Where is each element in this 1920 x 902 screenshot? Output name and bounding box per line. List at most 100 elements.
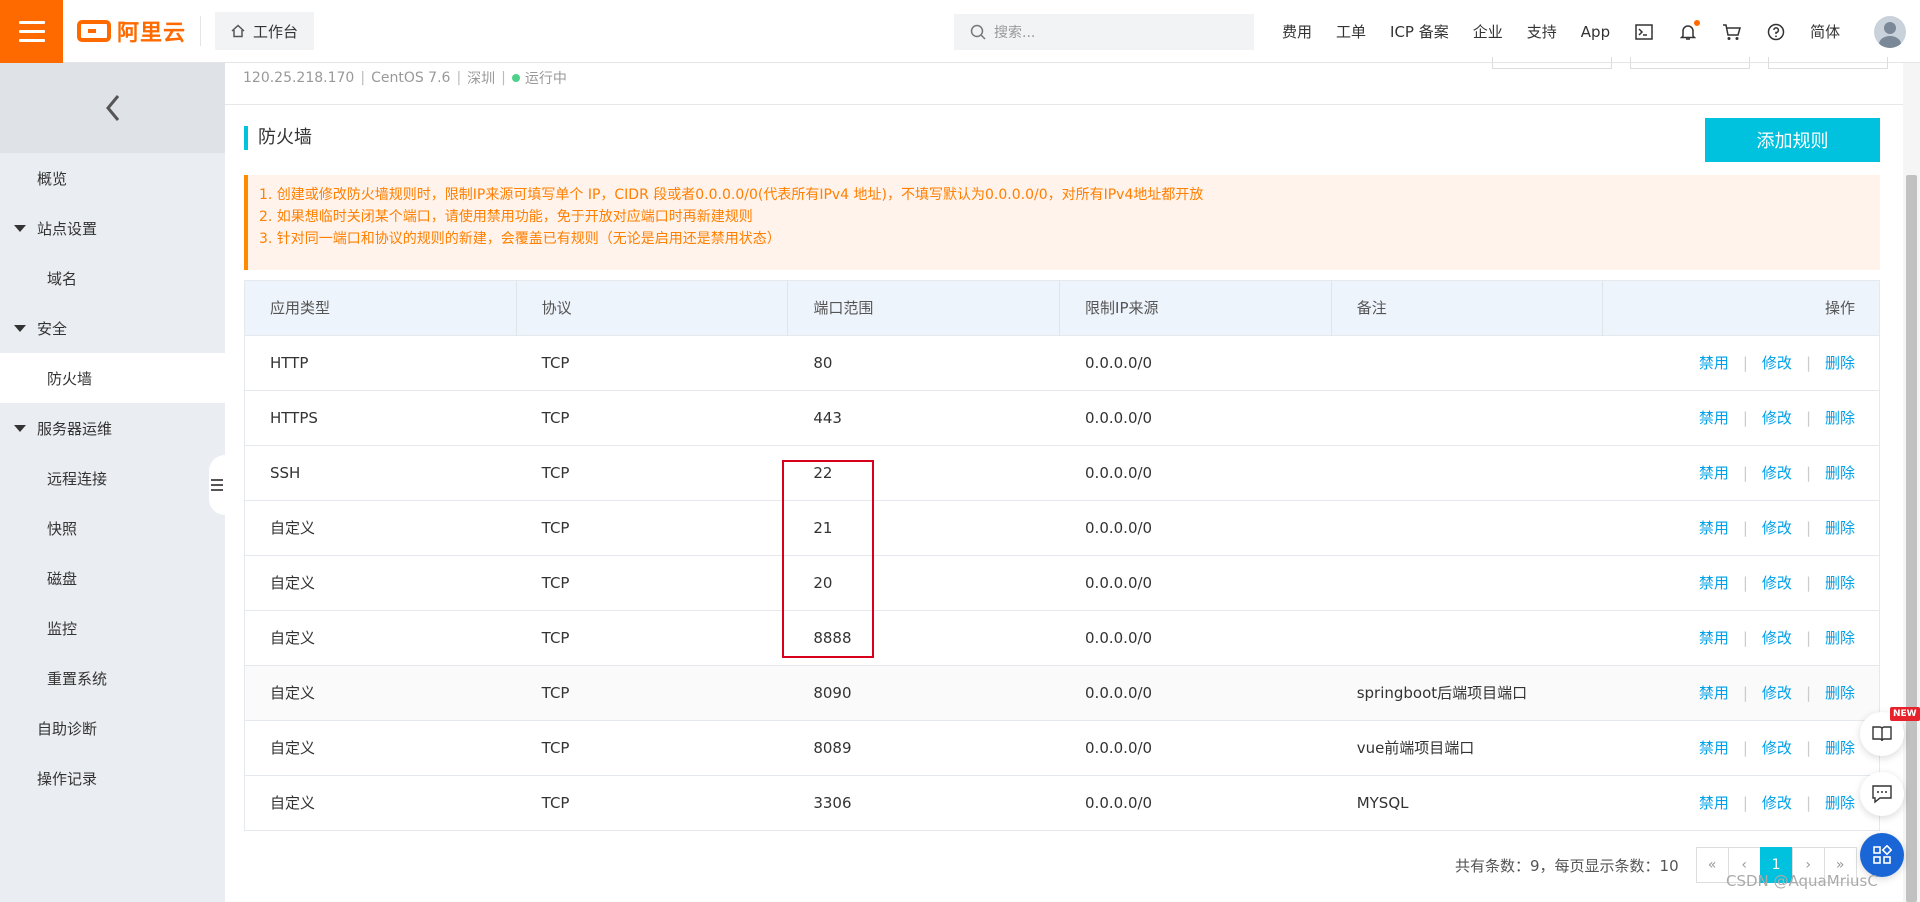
nav-link-tickets[interactable]: 工单 (1336, 21, 1366, 42)
sidebar-item-firewall[interactable]: 防火墙 (0, 353, 225, 403)
sidebar-item-label: 站点设置 (37, 219, 98, 238)
edit-rule-link[interactable]: 修改 (1762, 354, 1792, 372)
disable-rule-link[interactable]: 禁用 (1699, 574, 1729, 592)
edit-rule-link[interactable]: 修改 (1762, 794, 1792, 812)
delete-rule-link[interactable]: 删除 (1825, 739, 1855, 757)
cart-icon[interactable] (1722, 22, 1742, 42)
disable-rule-link[interactable]: 禁用 (1699, 684, 1729, 702)
edit-rule-link[interactable]: 修改 (1762, 409, 1792, 427)
first-page-button[interactable]: « (1695, 847, 1729, 883)
language-switch[interactable]: 简体 (1810, 21, 1840, 42)
floating-feedback-button[interactable] (1860, 772, 1904, 816)
disable-rule-link[interactable]: 禁用 (1699, 354, 1729, 372)
scrollbar-thumb[interactable] (1906, 175, 1917, 902)
delete-rule-link[interactable]: 删除 (1825, 409, 1855, 427)
caret-down-icon (14, 224, 26, 232)
edit-rule-link[interactable]: 修改 (1762, 684, 1792, 702)
sidebar-group-site-settings[interactable]: 站点设置 (0, 203, 225, 253)
separator: | (1742, 629, 1748, 647)
sidebar-collapse-button[interactable] (0, 63, 225, 153)
delete-rule-link[interactable]: 删除 (1825, 794, 1855, 812)
disable-rule-link[interactable]: 禁用 (1699, 629, 1729, 647)
sidebar-item-label: 服务器运维 (37, 419, 113, 438)
workbench-button[interactable]: 工作台 (215, 12, 315, 50)
sidebar-item-disk[interactable]: 磁盘 (0, 553, 225, 603)
cell-type: 自定义 (270, 519, 316, 537)
cell-note (1332, 611, 1604, 666)
edit-rule-link[interactable]: 修改 (1762, 574, 1792, 592)
separator: | (501, 70, 506, 86)
nav-link-enterprise[interactable]: 企业 (1473, 21, 1503, 42)
nav-link-support[interactable]: 支持 (1527, 21, 1557, 42)
nav-link-fees[interactable]: 费用 (1282, 21, 1312, 42)
hamburger-menu-button[interactable] (0, 0, 63, 63)
brand-name: 阿里云 (117, 21, 187, 46)
watermark: CSDN @AquaMriusC (1726, 872, 1878, 890)
separator: | (1742, 739, 1748, 757)
cell-type: 自定义 (270, 684, 316, 702)
cell-port: 8090 (813, 684, 852, 702)
delete-rule-link[interactable]: 删除 (1825, 684, 1855, 702)
table-row: 自定义 TCP 20 0.0.0.0/0 禁用 | 修改 | 删除 (245, 556, 1879, 611)
delete-rule-link[interactable]: 删除 (1825, 629, 1855, 647)
nav-link-icp[interactable]: ICP 备案 (1390, 21, 1449, 42)
cell-type: 自定义 (270, 794, 316, 812)
cell-protocol: TCP (541, 794, 570, 812)
delete-rule-link[interactable]: 删除 (1825, 574, 1855, 592)
header-action-button[interactable] (1492, 57, 1612, 69)
disable-rule-link[interactable]: 禁用 (1699, 794, 1729, 812)
pagination-info: 共有条数：9，每页显示条数：10 (1455, 856, 1679, 875)
sidebar-item-remote-connect[interactable]: 远程连接 (0, 453, 225, 503)
edit-rule-link[interactable]: 修改 (1762, 464, 1792, 482)
separator: | (1742, 519, 1748, 537)
header-action-button[interactable] (1630, 57, 1750, 69)
sidebar-item-overview[interactable]: 概览 (0, 153, 225, 203)
cell-source: 0.0.0.0/0 (1085, 794, 1153, 812)
sidebar-item-domain[interactable]: 域名 (0, 253, 225, 303)
add-rule-button[interactable]: 添加规则 (1705, 118, 1880, 162)
disable-rule-link[interactable]: 禁用 (1699, 739, 1729, 757)
main-content: 120.25.218.170 | CentOS 7.6 | 深圳 | 运行中 防火墙 … (225, 57, 1920, 902)
sidebar-item-operation-log[interactable]: 操作记录 (0, 753, 225, 803)
user-avatar[interactable] (1874, 16, 1906, 48)
edit-rule-link[interactable]: 修改 (1762, 519, 1792, 537)
cell-actions: 禁用 | 修改 | 删除 (1603, 611, 1879, 666)
sidebar-item-self-diagnosis[interactable]: 自助诊断 (0, 703, 225, 753)
delete-rule-link[interactable]: 删除 (1825, 519, 1855, 537)
vertical-scrollbar[interactable] (1903, 63, 1920, 902)
terminal-icon[interactable] (1634, 22, 1654, 42)
notice-line: 1. 创建或修改防火墙规则时，限制IP来源可填写单个 IP，CIDR 段或者0.… (259, 187, 1204, 203)
sidebar-group-server-ops[interactable]: 服务器运维 (0, 403, 225, 453)
cell-type: SSH (270, 464, 301, 482)
sidebar-item-label: 快照 (47, 519, 78, 538)
cell-port: 80 (813, 354, 833, 372)
workbench-label: 工作台 (253, 22, 299, 41)
help-icon[interactable] (1766, 22, 1786, 42)
sidebar-item-label: 磁盘 (47, 569, 78, 588)
search-input[interactable]: 搜索... (954, 14, 1254, 50)
cell-note: MYSQL (1356, 794, 1409, 812)
disable-rule-link[interactable]: 禁用 (1699, 464, 1729, 482)
bell-icon[interactable] (1678, 19, 1701, 42)
sidebar-item-monitor[interactable]: 监控 (0, 603, 225, 653)
edit-rule-link[interactable]: 修改 (1762, 629, 1792, 647)
disable-rule-link[interactable]: 禁用 (1699, 519, 1729, 537)
floating-apps-button[interactable] (1860, 833, 1904, 877)
sidebar-item-snapshot[interactable]: 快照 (0, 503, 225, 553)
edit-rule-link[interactable]: 修改 (1762, 739, 1792, 757)
cell-actions: 禁用 | 修改 | 删除 (1603, 776, 1879, 831)
delete-rule-link[interactable]: 删除 (1825, 464, 1855, 482)
cell-protocol: TCP (541, 574, 570, 592)
cell-type: 自定义 (270, 629, 316, 647)
table-row: SSH TCP 22 0.0.0.0/0 禁用 | 修改 | 删除 (245, 446, 1879, 501)
sidebar-group-security[interactable]: 安全 (0, 303, 225, 353)
sidebar: 概览 站点设置 域名 安全 防火墙 服务器运维 远程连接 快照 磁盘 监控 重置… (0, 63, 225, 902)
sidebar-toggle-handle[interactable] (209, 455, 225, 515)
nav-link-app[interactable]: App (1581, 23, 1610, 41)
disable-rule-link[interactable]: 禁用 (1699, 409, 1729, 427)
header-action-button[interactable] (1768, 57, 1888, 69)
aliyun-logo[interactable]: 阿里云 (77, 0, 186, 63)
delete-rule-link[interactable]: 删除 (1825, 354, 1855, 372)
sidebar-item-reset-system[interactable]: 重置系统 (0, 653, 225, 703)
cell-actions: 禁用 | 修改 | 删除 (1603, 556, 1879, 611)
